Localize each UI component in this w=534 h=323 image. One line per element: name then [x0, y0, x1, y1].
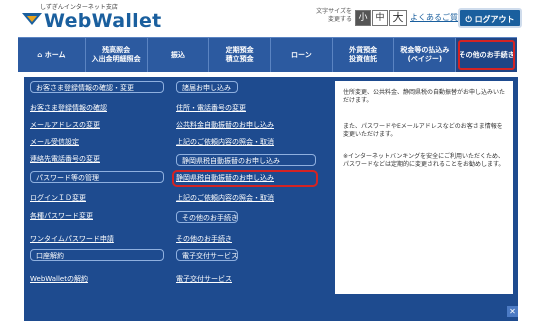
nav-tax-payment[interactable]: 税金等の払込み (ペイジー)	[394, 38, 457, 72]
info-panel: 住所変更、公共料金、静岡県税の自動振替がお申し込みいただけます。 また、パスワー…	[335, 81, 513, 294]
menu-link-webwallet-cancel[interactable]: WebWalletの解約	[30, 274, 88, 284]
menu-section-e-delivery[interactable]: 電子交付サービス	[176, 249, 238, 261]
menu-section-password[interactable]: パスワード等の管理	[30, 171, 164, 183]
highlight-box	[458, 40, 515, 70]
webwallet-logo-icon	[22, 13, 42, 25]
menu-link-e-delivery[interactable]: 電子交付サービス	[176, 274, 232, 284]
menu-link-prefectural-tax[interactable]: 静岡県税自動振替のお申し込み	[176, 173, 274, 183]
info-text-1: 住所変更、公共料金、静岡県税の自動振替がお申し込みいただけます。	[343, 89, 506, 104]
text-size-label: 文字サイズを 変更する	[316, 8, 352, 23]
nav-fixed-deposit[interactable]: 定期預金 積立預金	[209, 38, 272, 72]
text-size-medium-button[interactable]: 中	[372, 10, 388, 26]
info-text-3: ※インターネットバンキングを安全にご利用いただくため、パスワードなどは定期的に変…	[343, 153, 505, 168]
menu-link-phone-change[interactable]: 連絡先電話番号の変更	[30, 154, 100, 164]
info-text-2: また、パスワードやEメールアドレスなどのお客さま情報を変更いただけます。	[343, 123, 503, 138]
home-icon: ⌂	[37, 50, 43, 59]
logout-button[interactable]: ⏻ ログアウト	[458, 8, 522, 28]
menu-link-request-inquiry-2[interactable]: 上記のご依頼内容の照会・取消	[176, 193, 274, 203]
menu-section-other[interactable]: その他のお手続き	[176, 211, 238, 223]
menu-link-email-change[interactable]: メールアドレスの変更	[30, 120, 100, 130]
nav-home[interactable]: ⌂ ホーム	[18, 38, 86, 72]
menu-link-address-phone[interactable]: 住所・電話番号の変更	[176, 103, 246, 113]
menu-link-mail-settings[interactable]: メール受信設定	[30, 137, 79, 147]
nav-other-procedures[interactable]: その他のお手続き	[456, 38, 517, 72]
nav-foreign-currency[interactable]: 外貨預金 投資信託	[333, 38, 395, 72]
menu-link-customer-info-check[interactable]: お客さま登録情報の確認	[30, 103, 107, 113]
menu-link-other[interactable]: その他のお手続き	[176, 234, 232, 244]
nav-transfer[interactable]: 振込	[148, 38, 210, 72]
menu-link-password-change[interactable]: 各種パスワード変更	[30, 211, 93, 221]
menu-link-onetime-password[interactable]: ワンタイムパスワード申請	[30, 234, 114, 244]
menu-section-prefectural-tax[interactable]: 静岡県税自動振替のお申し込み	[176, 154, 316, 166]
menu-section-customer-info[interactable]: お客さま登録情報の確認・変更	[30, 81, 164, 93]
main-nav: ⌂ ホーム 残高照会 入出金明細照会 振込 定期預金 積立預金 ローン 外貨預金 投資…	[18, 37, 517, 72]
close-icon[interactable]: ✕	[507, 306, 518, 317]
text-size-large-button[interactable]: 大	[389, 10, 407, 26]
menu-section-account-close[interactable]: 口座解約	[30, 249, 164, 261]
nav-balance[interactable]: 残高照会 入出金明細照会	[86, 38, 148, 72]
text-size-small-button[interactable]: 小	[355, 10, 371, 26]
nav-loan[interactable]: ローン	[271, 38, 333, 72]
logo-text: WebWallet	[44, 10, 162, 32]
menu-section-notifications[interactable]: 諸届お申し込み	[176, 81, 238, 93]
menu-link-request-inquiry-1[interactable]: 上記のご依頼内容の照会・取消	[176, 137, 274, 147]
logout-icon: ⏻	[465, 15, 472, 24]
menu-link-utility-transfer[interactable]: 公共料金自動振替のお申し込み	[176, 120, 274, 130]
menu-link-login-id-change[interactable]: ログインＩＤ変更	[30, 193, 86, 203]
